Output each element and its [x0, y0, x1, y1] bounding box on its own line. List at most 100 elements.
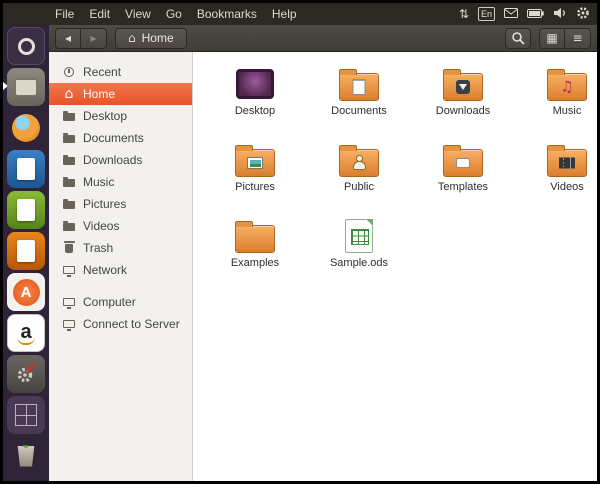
file-item-documents[interactable]: Documents: [307, 65, 411, 129]
menu-file[interactable]: File: [55, 7, 74, 21]
system-settings-icon[interactable]: [7, 355, 45, 393]
sidebar-item-recent[interactable]: Recent: [49, 61, 192, 83]
libreoffice-calc-icon[interactable]: [7, 191, 45, 229]
global-menubar: File Edit View Go Bookmarks Help ⇅ En: [3, 3, 597, 25]
sidebar-item-label: Pictures: [83, 197, 127, 211]
sidebar-item-desktop[interactable]: Desktop: [49, 105, 192, 127]
file-label: Videos: [550, 181, 584, 193]
places-sidebar: Recent ⌂ Home Desktop Documents Download…: [49, 52, 193, 481]
network-icon: [62, 263, 76, 277]
software-center-glyph: A: [12, 278, 40, 306]
desktop-monitor-icon: [233, 65, 277, 103]
folder-icon: [62, 109, 76, 123]
menu-view[interactable]: View: [125, 7, 151, 21]
file-manager-window: ◂ ▸ ⌂ Home ▦ ≡ Recent ⌂ Home Desktop Doc…: [49, 25, 597, 481]
folder-pictures-icon: [233, 141, 277, 179]
keyboard-layout-indicator[interactable]: En: [477, 7, 495, 21]
window-body: Recent ⌂ Home Desktop Documents Download…: [49, 52, 597, 481]
folder-documents-icon: [337, 65, 381, 103]
breadcrumb-label: Home: [141, 31, 174, 45]
file-label: Sample.ods: [329, 257, 389, 269]
folder-icon: [62, 219, 76, 233]
sync-arrows-icon[interactable]: ⇅: [459, 8, 469, 20]
list-view-button[interactable]: ≡: [565, 27, 591, 49]
menu-edit[interactable]: Edit: [89, 7, 110, 21]
menu-bookmarks[interactable]: Bookmarks: [197, 7, 257, 21]
workspace-switcher-icon[interactable]: [7, 396, 45, 434]
forward-arrow-icon: ▸: [90, 31, 97, 45]
software-center-icon[interactable]: A: [7, 273, 45, 311]
search-icon: [512, 32, 525, 45]
sidebar-item-documents[interactable]: Documents: [49, 127, 192, 149]
grid-view-button[interactable]: ▦: [539, 27, 565, 49]
sidebar-item-connect-to-server[interactable]: Connect to Server: [49, 313, 192, 335]
trash-icon[interactable]: [7, 437, 45, 475]
search-button[interactable]: [505, 27, 531, 49]
file-item-templates[interactable]: Templates: [411, 141, 515, 205]
folder-downloads-icon: [441, 65, 485, 103]
sidebar-item-label: Documents: [83, 131, 144, 145]
breadcrumb[interactable]: ⌂ Home: [115, 27, 187, 49]
folder-templates-icon: [441, 141, 485, 179]
mail-icon[interactable]: [504, 7, 518, 21]
launcher-slot: [3, 355, 49, 393]
volume-icon[interactable]: [553, 7, 567, 22]
file-item-public[interactable]: Public: [307, 141, 411, 205]
menu-help[interactable]: Help: [272, 7, 297, 21]
battery-icon[interactable]: [527, 7, 544, 21]
folder-public-icon: [337, 141, 381, 179]
launcher-slot: A: [3, 273, 49, 311]
file-label: Templates: [437, 181, 489, 193]
sidebar-item-computer[interactable]: Computer: [49, 291, 192, 313]
file-item-videos[interactable]: Videos: [515, 141, 597, 205]
sidebar-item-label: Network: [83, 263, 128, 277]
file-item-sample-ods[interactable]: Sample.ods: [307, 217, 411, 281]
window-toolbar: ◂ ▸ ⌂ Home ▦ ≡: [49, 25, 597, 52]
launcher-slot: [3, 191, 49, 229]
sidebar-item-home[interactable]: ⌂ Home: [49, 83, 192, 105]
sidebar-item-trash[interactable]: Trash: [49, 237, 192, 259]
back-arrow-icon: ◂: [64, 31, 72, 45]
launcher-slot: [3, 396, 49, 434]
sidebar-item-music[interactable]: Music: [49, 171, 192, 193]
sidebar-section-gap: [49, 281, 192, 291]
view-button-group: ▦ ≡: [539, 27, 591, 49]
launcher-slot: [3, 109, 49, 147]
files-app-icon[interactable]: [7, 68, 45, 106]
spreadsheet-document-icon: [337, 217, 381, 255]
firefox-icon[interactable]: [7, 109, 45, 147]
sidebar-item-label: Recent: [83, 65, 122, 79]
file-label: Pictures: [235, 181, 275, 193]
forward-button[interactable]: ▸: [81, 27, 107, 49]
launcher-slot: [3, 68, 49, 106]
folder-music-icon: ♫: [545, 65, 589, 103]
grid-view-icon: ▦: [546, 31, 558, 45]
menu-go[interactable]: Go: [166, 7, 182, 21]
sidebar-item-videos[interactable]: Videos: [49, 215, 192, 237]
file-item-downloads[interactable]: Downloads: [411, 65, 515, 129]
file-label: Documents: [331, 105, 387, 117]
sidebar-item-network[interactable]: Network: [49, 259, 192, 281]
sidebar-item-label: Trash: [83, 241, 114, 255]
sidebar-item-downloads[interactable]: Downloads: [49, 149, 192, 171]
file-item-pictures[interactable]: Pictures: [203, 141, 307, 205]
folder-icon: [62, 153, 76, 167]
list-view-icon: ≡: [572, 31, 583, 45]
launcher-slot: a: [3, 314, 49, 352]
amazon-icon[interactable]: a: [7, 314, 45, 352]
back-button[interactable]: ◂: [55, 27, 81, 49]
file-item-music[interactable]: ♫ Music: [515, 65, 597, 129]
files-view[interactable]: Desktop Documents Downloads ♫ Music Pict…: [193, 52, 597, 481]
session-gear-icon[interactable]: [576, 6, 590, 23]
dash-home-icon[interactable]: [7, 27, 45, 65]
launcher-slot: [3, 232, 49, 270]
libreoffice-writer-icon[interactable]: [7, 150, 45, 188]
libreoffice-impress-icon[interactable]: [7, 232, 45, 270]
file-item-desktop[interactable]: Desktop: [203, 65, 307, 129]
server-icon: [62, 317, 76, 331]
home-icon: ⌂: [128, 31, 136, 45]
file-item-examples[interactable]: Examples: [203, 217, 307, 281]
file-label: Desktop: [234, 105, 276, 117]
sidebar-item-pictures[interactable]: Pictures: [49, 193, 192, 215]
sidebar-item-label: Home: [83, 87, 116, 101]
